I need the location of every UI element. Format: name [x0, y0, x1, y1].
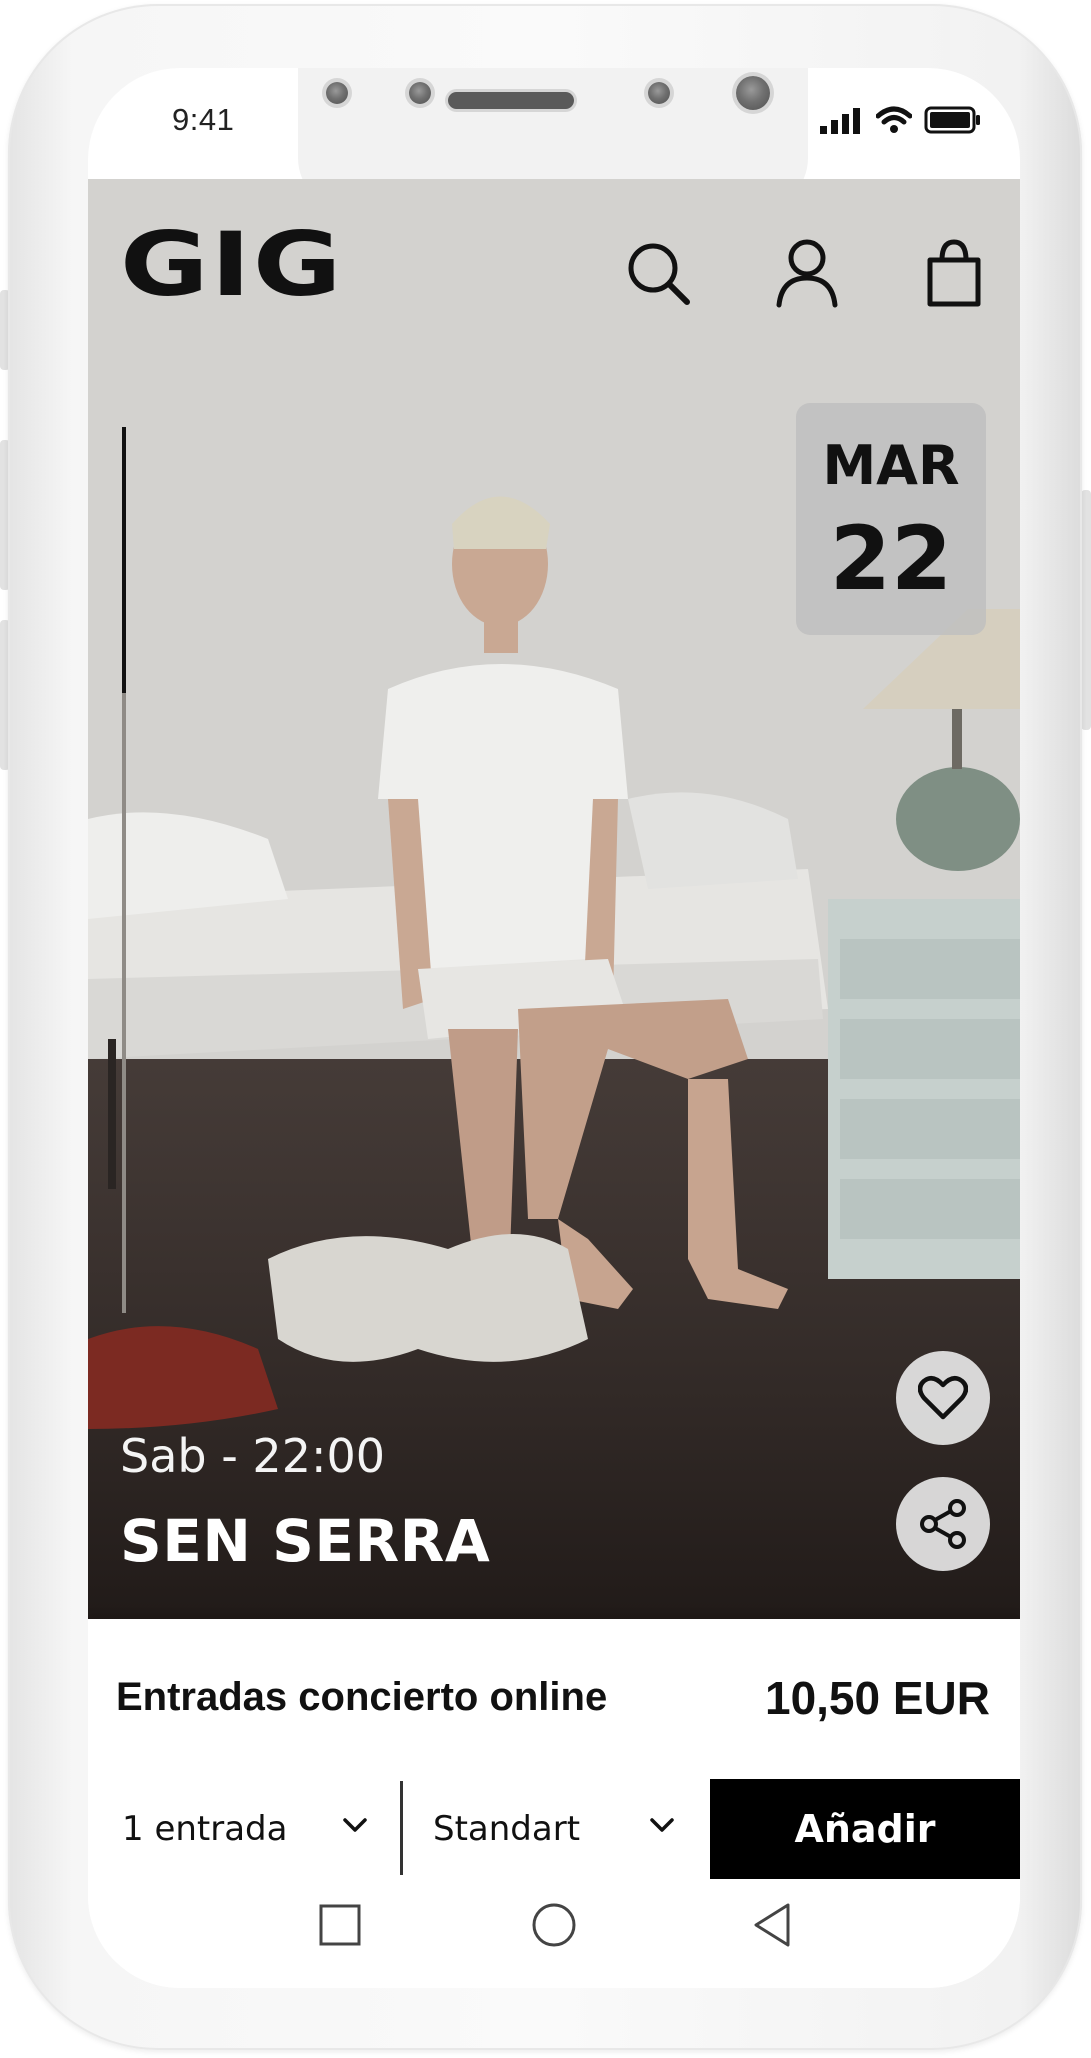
event-title: SEN SERRA [120, 1507, 491, 1575]
ticket-price: 10,50 EUR [764, 1672, 990, 1724]
app-logo[interactable]: GIG [120, 221, 343, 310]
event-date-badge: MAR 22 [796, 403, 986, 635]
device-mockup: 9:41 GIG MAR 22 Sab - 22:00 SEN SERRA En… [0, 0, 1091, 2058]
recent-apps-icon[interactable] [310, 1895, 370, 1955]
user-icon[interactable] [771, 237, 843, 309]
status-time: 9:41 [172, 102, 235, 137]
share-icon [920, 1499, 966, 1549]
battery-icon [924, 106, 980, 134]
phone-screen: 9:41 GIG MAR 22 Sab - 22:00 SEN SERRA En… [88, 68, 1020, 1988]
ticket-label: Entradas concierto online [116, 1675, 608, 1719]
event-hero[interactable]: GIG MAR 22 Sab - 22:00 SEN SERRA [88, 179, 1020, 1619]
share-button[interactable] [896, 1477, 990, 1571]
status-icons [820, 106, 982, 134]
device-side-button [1081, 490, 1091, 730]
purchase-controls: 1 entrada Standart Añadir [88, 1779, 1020, 1879]
sensor-dot [326, 82, 348, 104]
quantity-select-value: 1 entrada [122, 1809, 288, 1849]
event-time: Sab - 22:00 [120, 1429, 385, 1483]
speaker-grille [448, 92, 574, 109]
sensor-dot [409, 82, 431, 104]
ticket-type-select[interactable]: Standart [403, 1779, 710, 1879]
gallery-progress-bar [122, 427, 126, 1313]
heart-icon [918, 1376, 968, 1420]
search-icon[interactable] [622, 237, 694, 309]
system-navbar [88, 1879, 1020, 1988]
wifi-icon [876, 106, 912, 133]
back-icon[interactable] [742, 1895, 802, 1955]
chevron-down-icon [650, 1818, 674, 1832]
event-date-month: MAR [822, 434, 960, 497]
add-to-cart-button[interactable]: Añadir [710, 1779, 1020, 1879]
quantity-select[interactable]: 1 entrada [88, 1779, 400, 1879]
phone-frame: 9:41 GIG MAR 22 Sab - 22:00 SEN SERRA En… [8, 4, 1082, 2050]
artist-photo [88, 179, 1020, 1619]
shopping-bag-icon[interactable] [918, 237, 990, 309]
favorite-button[interactable] [896, 1351, 990, 1445]
chevron-down-icon [343, 1818, 367, 1832]
ticket-type-select-value: Standart [433, 1809, 581, 1849]
home-icon[interactable] [524, 1895, 584, 1955]
gallery-progress-fill [122, 427, 126, 693]
event-date-day: 22 [829, 507, 953, 610]
signal-icon [820, 108, 860, 134]
sensor-dot [648, 82, 670, 104]
front-camera [736, 76, 770, 110]
ticket-row: Entradas concierto online 10,50 EUR [88, 1619, 1020, 1779]
